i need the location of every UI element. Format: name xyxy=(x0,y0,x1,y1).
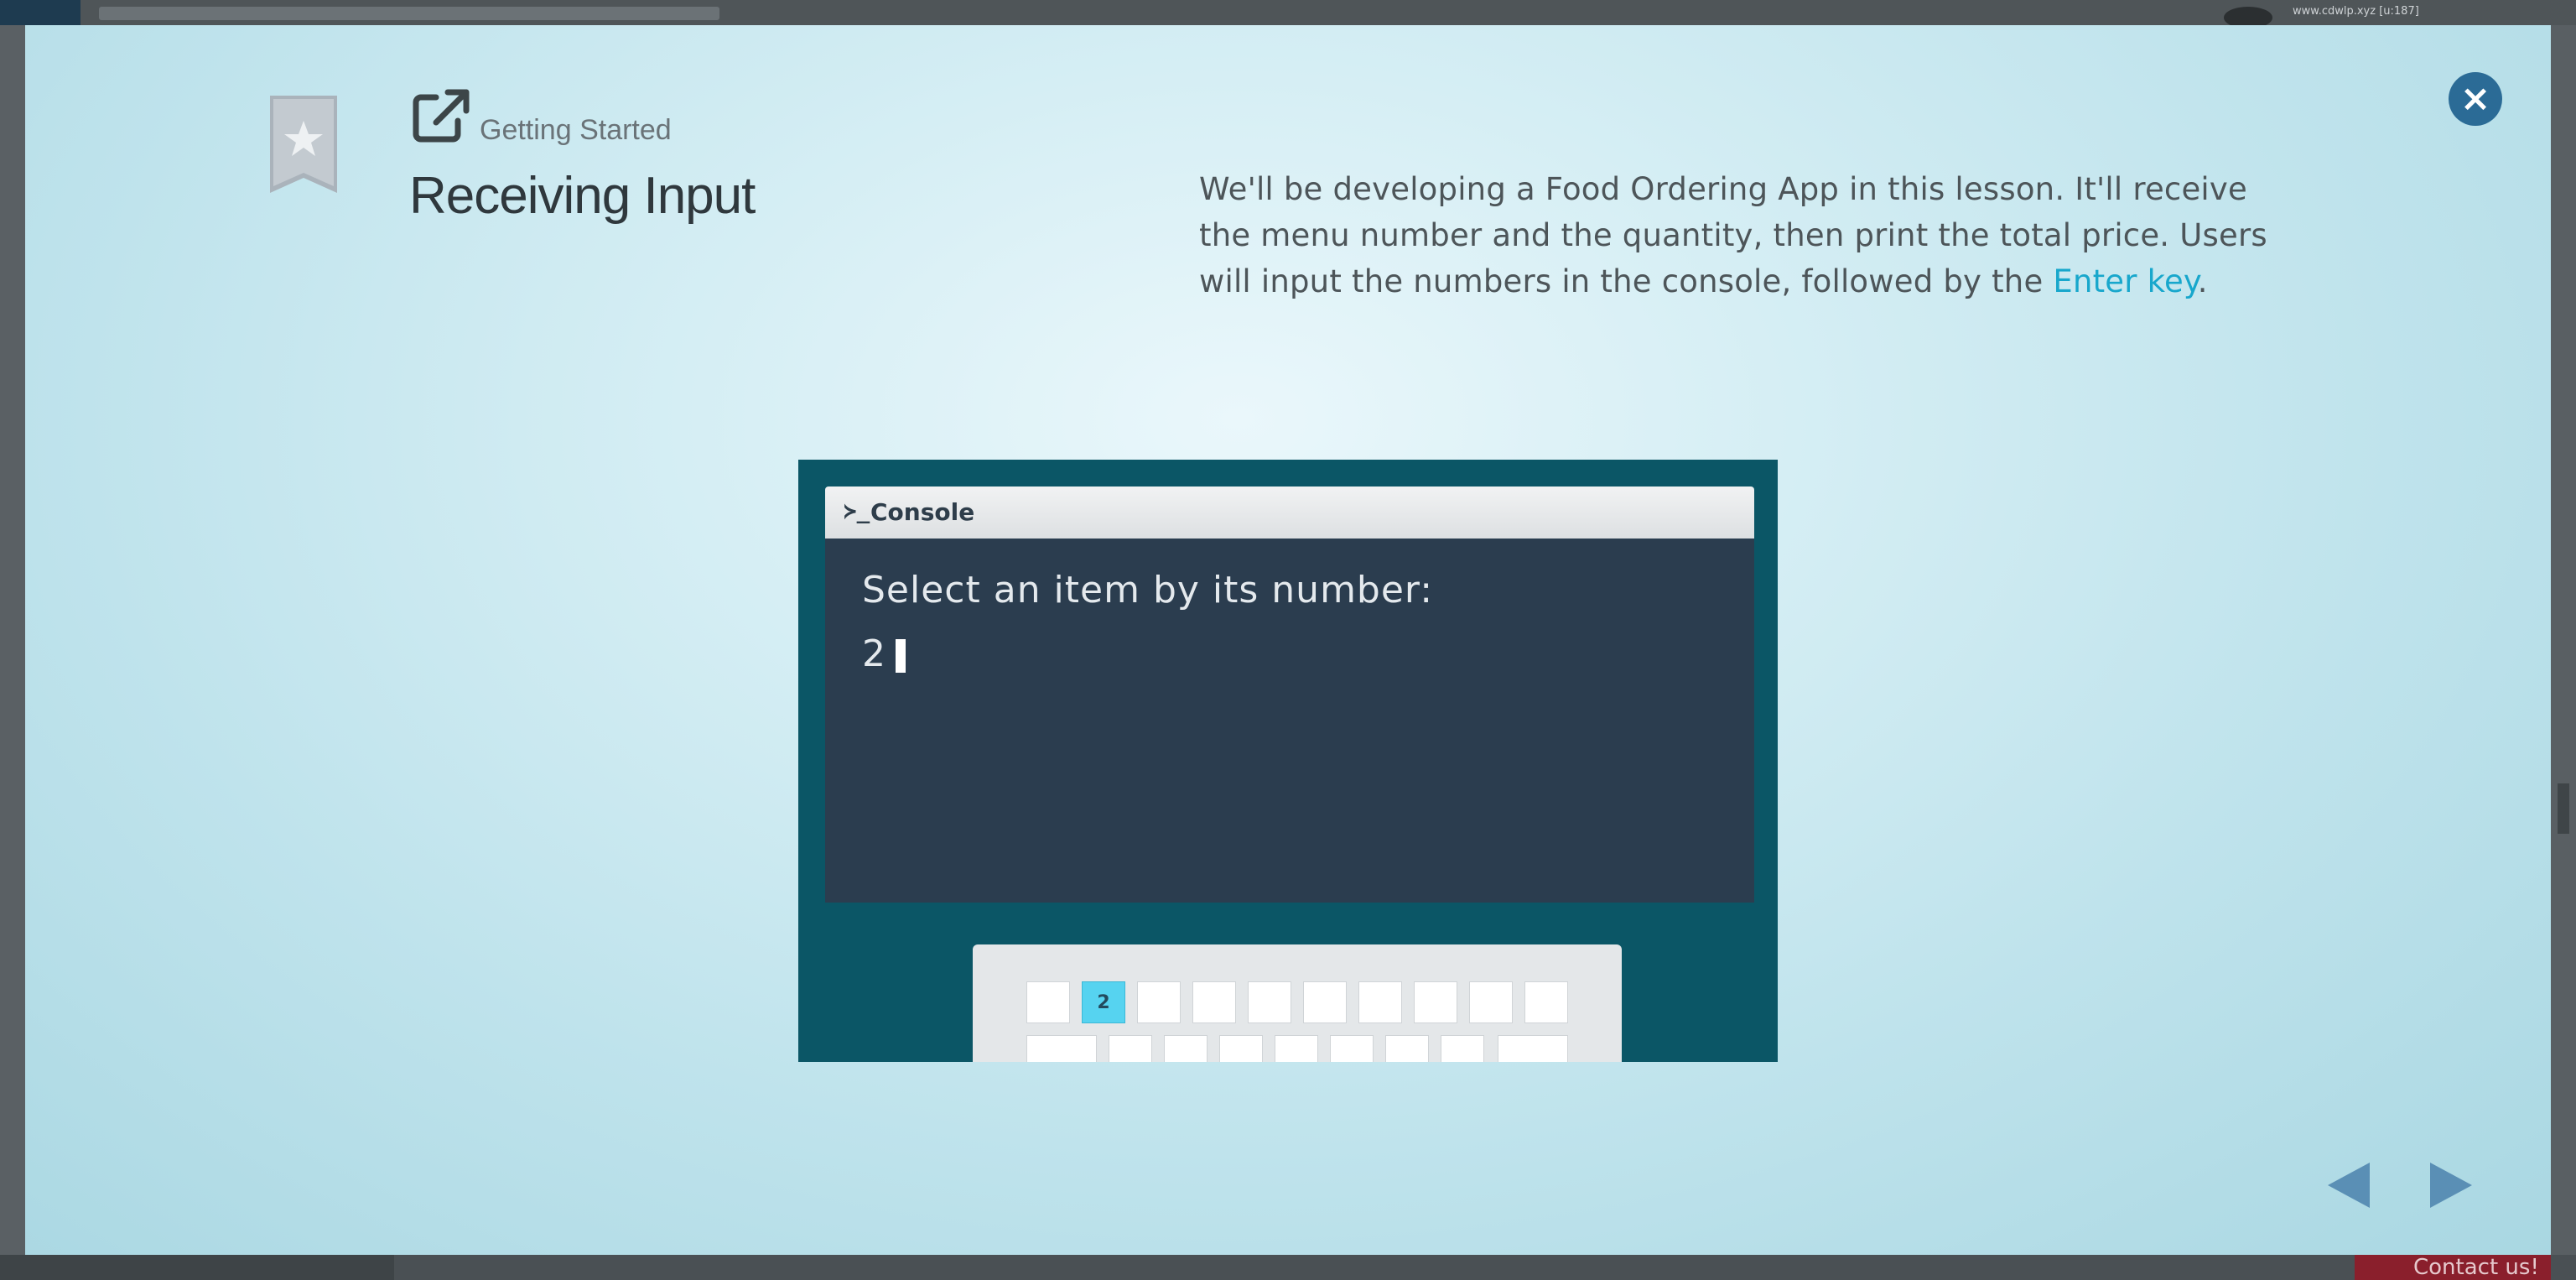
console-input-value: 2 xyxy=(862,632,886,675)
keyboard-key xyxy=(1137,981,1181,1023)
enter-key-term: Enter key xyxy=(2053,263,2198,299)
triangle-left-icon xyxy=(2328,1163,2370,1208)
background-bottom-bar: Contact us! xyxy=(0,1255,2576,1280)
console-output: Select an item by its number: 2 xyxy=(825,539,1754,903)
keyboard-key xyxy=(1109,1035,1152,1062)
keyboard-key xyxy=(1164,1035,1208,1062)
keyboard-enter-key xyxy=(1498,1035,1568,1062)
console-header: ≻_ Console xyxy=(825,487,1754,539)
keyboard-key xyxy=(1441,1035,1484,1062)
keyboard-key xyxy=(1469,981,1513,1023)
background-horizontal-scrollbar xyxy=(0,1255,394,1280)
keyboard-key xyxy=(1248,981,1291,1023)
console-illustration: ≻_ Console Select an item by its number:… xyxy=(798,460,1778,1062)
console-prompt-text: Select an item by its number: xyxy=(862,569,1434,611)
triangle-right-icon xyxy=(2430,1163,2472,1208)
close-button[interactable]: × xyxy=(2449,72,2502,126)
background-left-strip xyxy=(0,25,25,1255)
lesson-slide-modal: Getting Started Receiving Input We'll be… xyxy=(25,25,2551,1255)
keyboard-key xyxy=(1192,981,1236,1023)
keyboard-key xyxy=(1303,981,1347,1023)
description-end: . xyxy=(2197,263,2208,299)
background-contact-button: Contact us! xyxy=(2355,1255,2551,1280)
console-title: Console xyxy=(870,498,975,526)
keyboard-key xyxy=(1026,981,1070,1023)
next-slide-button[interactable] xyxy=(2428,1161,2474,1210)
keyboard-key xyxy=(1219,1035,1263,1062)
terminal-prompt-icon: ≻_ xyxy=(844,499,870,524)
background-scrollbar xyxy=(2551,25,2576,1255)
keyboard-key xyxy=(1275,1035,1318,1062)
lesson-description: We'll be developing a Food Ordering App … xyxy=(1199,166,2289,304)
external-link-icon[interactable] xyxy=(411,89,470,144)
page-title: Receiving Input xyxy=(409,167,756,225)
keyboard-key xyxy=(1026,1035,1097,1062)
keyboard-illustration: 2 xyxy=(973,944,1622,1062)
keyboard-key xyxy=(1524,981,1568,1023)
background-url-text: www.cdwlp.xyz [u:187] xyxy=(2293,5,2419,18)
close-icon: × xyxy=(2459,77,2491,120)
keyboard-key xyxy=(1330,1035,1374,1062)
keyboard-key xyxy=(1385,1035,1429,1062)
keyboard-key xyxy=(1414,981,1457,1023)
background-scroll-thumb xyxy=(2558,783,2569,834)
text-cursor xyxy=(896,639,906,673)
background-url-bar xyxy=(99,7,719,20)
keyboard-key xyxy=(1358,981,1402,1023)
console-window: ≻_ Console Select an item by its number:… xyxy=(825,487,1754,903)
bookmark-icon[interactable] xyxy=(268,96,339,195)
previous-slide-button[interactable] xyxy=(2326,1161,2371,1210)
breadcrumb-chapter: Getting Started xyxy=(480,114,672,146)
keyboard-key-active: 2 xyxy=(1082,981,1125,1023)
background-topbar: www.cdwlp.xyz [u:187] xyxy=(0,0,2576,81)
